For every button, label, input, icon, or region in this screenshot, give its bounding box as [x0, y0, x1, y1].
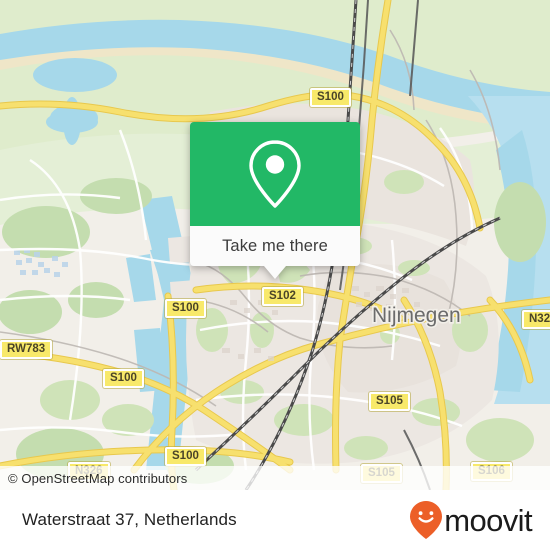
osm-attribution-text: © OpenStreetMap contributors [8, 470, 188, 486]
road-shield: S100 [310, 88, 351, 107]
moovit-wordmark: moovit [444, 502, 532, 538]
take-me-there-label: Take me there [222, 236, 328, 255]
place-title: Waterstraat 37, Netherlands [22, 510, 237, 529]
moovit-smiley-pin-icon [410, 501, 443, 539]
road-shield: S105 [369, 392, 410, 411]
road-shield-label: S105 [376, 395, 403, 407]
callout-pointer-triangle [264, 266, 286, 279]
moovit-logo[interactable]: moovit [409, 500, 533, 540]
road-shield: N32 [522, 310, 550, 329]
callout-action-bar[interactable]: Take me there [190, 226, 360, 266]
footer-bar: Waterstraat 37, Netherlands moovit [0, 490, 550, 550]
map-pin-icon [249, 140, 301, 208]
moovit-map-share-card: Nijmegen S100 S102 S100 RW783 S100 N32 S105 S10… [0, 0, 550, 550]
road-shield: RW783 [0, 340, 53, 359]
road-shield-label: S102 [269, 290, 296, 302]
road-shield: S102 [262, 287, 303, 306]
road-shield-label: N32 [529, 313, 550, 325]
road-shield-label: S100 [317, 91, 344, 103]
map-city-label: Nijmegen [372, 304, 461, 327]
road-shield-label: S100 [110, 372, 137, 384]
road-shield-label: RW783 [7, 343, 46, 355]
road-shield: S100 [103, 369, 144, 388]
callout-icon-panel [190, 122, 360, 226]
road-shield: S100 [165, 299, 206, 318]
map-attribution-bar: © OpenStreetMap contributors [0, 466, 550, 490]
road-shield-label: S100 [172, 450, 199, 462]
road-shield: S100 [165, 447, 206, 466]
road-shield-label: S100 [172, 302, 199, 314]
destination-callout-card[interactable]: Take me there [190, 122, 360, 279]
